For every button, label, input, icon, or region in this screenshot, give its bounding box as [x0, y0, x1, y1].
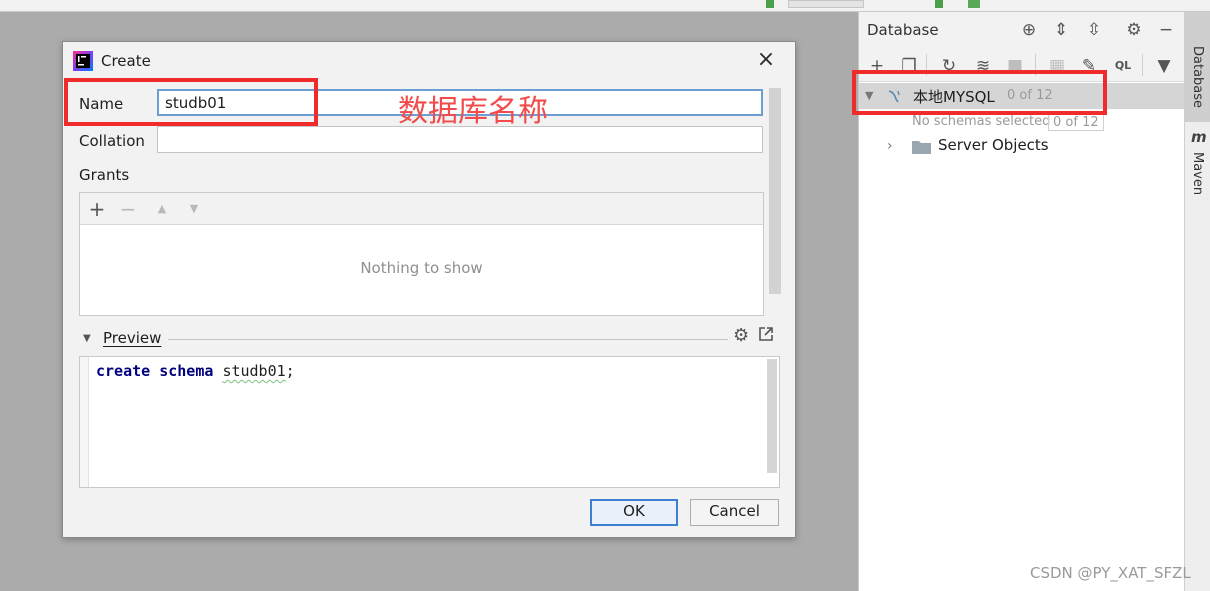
dialog-title-bar: Create × [63, 42, 795, 80]
intellij-logo-icon [73, 51, 93, 71]
gear-icon[interactable]: ⚙ [733, 325, 749, 346]
debug-icon[interactable] [968, 0, 980, 8]
gear-icon[interactable]: ⚙ [1124, 20, 1144, 40]
separator [168, 339, 728, 340]
sql-keyword: schema [159, 362, 214, 380]
add-icon[interactable]: + [86, 198, 108, 220]
ide-top-toolbar [0, 0, 1210, 12]
preview-header: ▼ Preview ⚙ [79, 325, 779, 350]
preview-toggle[interactable]: Preview [103, 329, 161, 347]
collation-label: Collation [79, 132, 145, 150]
dialog-scrollbar[interactable] [769, 88, 781, 294]
build-icon[interactable] [766, 0, 774, 8]
schemas-count[interactable]: 0 of 12 [1048, 114, 1104, 131]
collapse-all-icon[interactable]: ⇳ [1084, 20, 1104, 40]
toolbar-separator [1142, 54, 1143, 76]
filter-icon[interactable]: ▼ [1154, 56, 1174, 76]
database-panel-header: Database ⊕ ⇕ ⇳ ⚙ − [859, 12, 1184, 48]
collation-input[interactable] [157, 126, 763, 153]
grants-empty-text: Nothing to show [360, 259, 483, 277]
query-console-icon[interactable]: QL [1113, 56, 1133, 76]
minimize-icon[interactable]: − [1156, 20, 1176, 40]
maven-tab[interactable]: m Maven [1185, 128, 1210, 208]
watermark: CSDN @PY_XAT_SFZL [1030, 564, 1191, 582]
annotation-box-connection [852, 70, 1107, 115]
run-config-select[interactable] [788, 0, 864, 8]
grants-toolbar: + − ▲ ▼ [80, 193, 763, 225]
annotation-label: 数据库名称 [398, 94, 548, 129]
sql-code-line: create schema studb01; [96, 362, 295, 380]
annotation-box-name [64, 78, 318, 126]
server-objects-label: Server Objects [938, 136, 1049, 154]
maven-tab-label: Maven [1190, 152, 1205, 196]
editor-scrollbar[interactable] [767, 359, 777, 473]
move-down-icon[interactable]: ▼ [183, 198, 205, 220]
move-up-icon[interactable]: ▲ [151, 198, 173, 220]
grants-table: + − ▲ ▼ Nothing to show [79, 192, 764, 316]
sql-preview-editor[interactable]: create schema studb01; [79, 356, 780, 488]
grants-label: Grants [79, 166, 130, 184]
editor-gutter [80, 357, 89, 487]
run-icon[interactable] [935, 0, 943, 8]
tool-window-strip: Database m Maven [1184, 12, 1210, 591]
remove-icon[interactable]: − [117, 198, 139, 220]
schemas-status: No schemas selected [912, 114, 1051, 129]
sql-keyword: create [96, 362, 151, 380]
folder-icon [912, 141, 931, 154]
database-tab-label: Database [1190, 46, 1205, 109]
collapse-triangle-icon[interactable]: ▼ [83, 333, 91, 344]
maven-icon: m [1191, 128, 1207, 146]
close-icon[interactable]: × [755, 49, 777, 71]
ok-button[interactable]: OK [590, 499, 678, 526]
sql-identifier: studb01 [222, 362, 286, 380]
locate-icon[interactable]: ⊕ [1019, 20, 1039, 40]
open-external-icon[interactable] [759, 327, 773, 341]
database-tab[interactable]: Database [1185, 12, 1210, 122]
dialog-title: Create [101, 52, 151, 70]
expand-arrow-icon[interactable]: › [887, 138, 893, 154]
expand-all-icon[interactable]: ⇕ [1051, 20, 1071, 40]
sql-terminator: ; [285, 362, 295, 380]
cancel-button[interactable]: Cancel [690, 499, 779, 526]
server-objects-node[interactable]: › Server Objects [859, 135, 1185, 159]
database-panel-title: Database [867, 21, 939, 39]
